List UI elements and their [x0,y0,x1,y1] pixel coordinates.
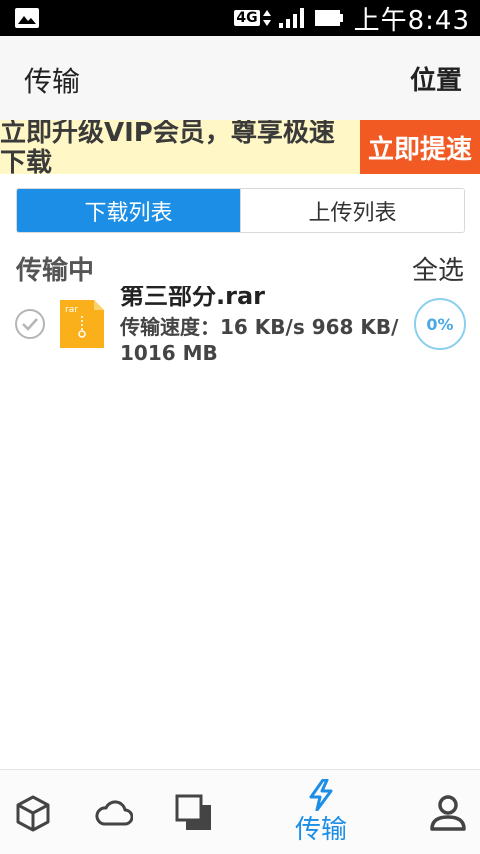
file-type-label: rar [65,305,78,315]
transfer-tabs: 下载列表 上传列表 [16,188,465,233]
location-button[interactable]: 位置 [410,60,462,97]
transfer-speed: 传输速度：16 KB/s 968 KB/ 1016 MB [120,315,399,365]
file-name: 第三部分.rar [120,282,265,310]
tab-download-list[interactable]: 下载列表 [17,189,240,232]
network-type-label: 4G [234,10,260,26]
nav-item-box[interactable] [8,770,58,854]
stacked-squares-icon [175,794,211,830]
page-title: 传输 [24,65,81,98]
progress-indicator[interactable]: 0% [414,298,466,350]
user-icon [430,794,466,831]
tab-upload-list[interactable]: 上传列表 [240,189,464,232]
image-notification-icon [15,8,39,28]
nav-item-cloud[interactable] [94,770,134,854]
nav-item-files[interactable] [174,770,214,854]
bottom-nav: 传输 [0,769,480,854]
signal-strength-icon [278,8,304,28]
speed-up-button[interactable]: 立即提速 [360,120,480,174]
vip-banner[interactable]: 立即升级VIP会员，尊享极速下载 立即提速 [0,120,480,174]
vip-banner-text: 立即升级VIP会员，尊享极速下载 [0,120,335,174]
app-header: 传输 位置 [0,36,480,120]
nav-label-transfer: 传输 [294,815,347,845]
rar-file-icon: rar [60,300,104,348]
clock: 上午8:43 [353,5,470,36]
checkbox-icon[interactable] [14,308,46,340]
nav-item-profile[interactable] [426,770,470,854]
data-activity-icon [262,10,271,26]
lightning-icon [309,779,333,811]
cloud-icon [95,799,133,825]
transfer-row[interactable]: rar 第三部分.rar 传输速度：16 KB/s 968 KB/ 1016 M… [0,280,480,370]
box-icon [16,795,50,831]
nav-item-transfer[interactable]: 传输 [288,770,354,854]
status-bar: 4G 上午8:43 [0,0,480,36]
battery-icon [314,10,343,26]
